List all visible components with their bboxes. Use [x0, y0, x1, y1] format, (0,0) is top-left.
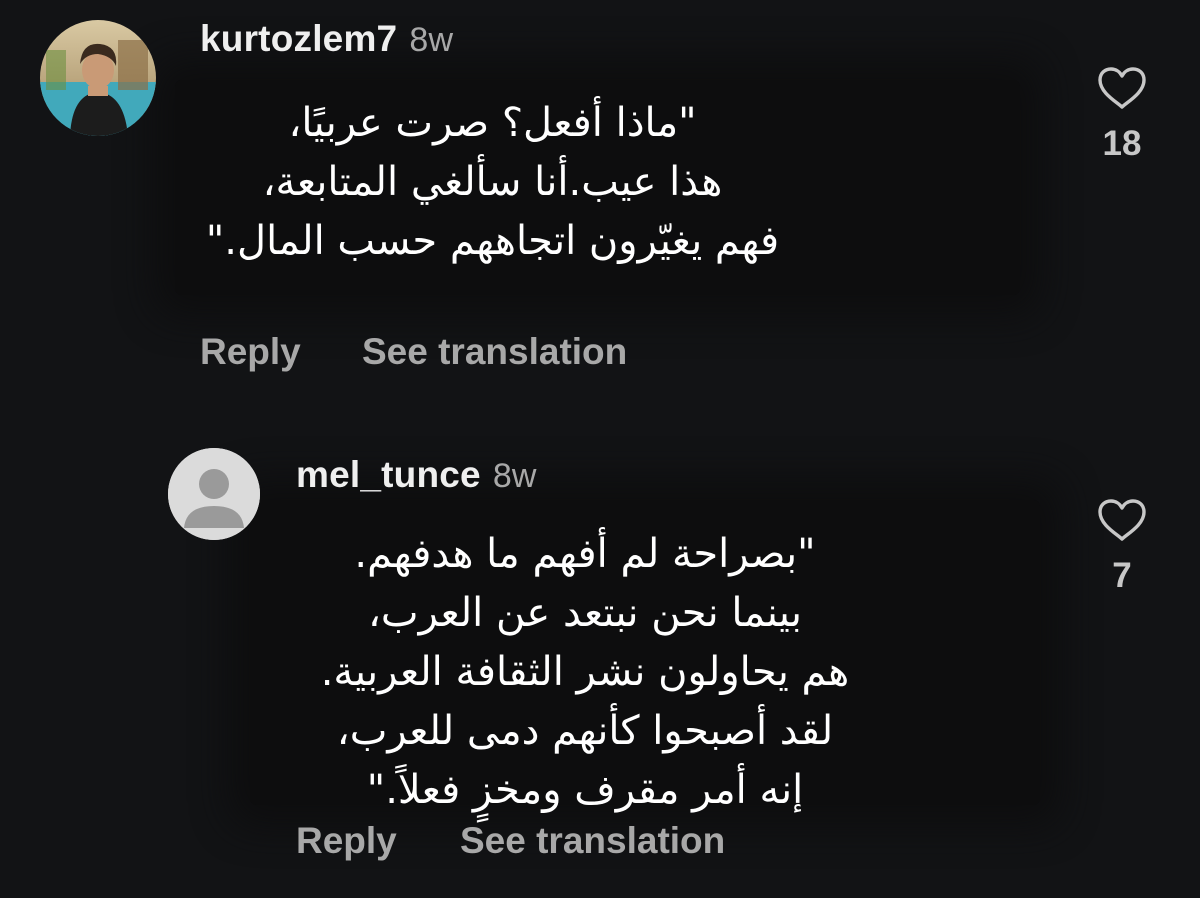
see-translation-button[interactable]: See translation	[460, 820, 725, 862]
profile-photo-icon	[40, 20, 156, 136]
comment-line: فهم يغيّرون اتجاههم حسب المال."	[205, 218, 780, 264]
avatar[interactable]	[40, 20, 156, 136]
timestamp: 8w	[492, 457, 537, 495]
reply-button[interactable]: Reply	[200, 331, 301, 373]
like-control: 7	[1090, 498, 1154, 596]
default-avatar-icon	[168, 448, 260, 540]
comment-line: "ماذا أفعل؟ صرت عربيًا،	[288, 100, 697, 146]
username[interactable]: kurtozlem7	[200, 18, 397, 59]
username[interactable]: mel_tunce	[296, 454, 481, 495]
timestamp: 8w	[409, 21, 454, 59]
comment-line: بينما نحن نبتعد عن العرب،	[368, 590, 802, 636]
like-control: 18	[1090, 66, 1154, 164]
comment-line: لقد أصبحوا كأنهم دمى للعرب،	[336, 708, 834, 754]
heart-icon[interactable]	[1097, 498, 1147, 542]
comment-body: "بصراحة لم أفهم ما هدفهم. بينما نحن نبتع…	[290, 525, 880, 820]
comment-header: mel_tunce 8w	[296, 454, 537, 496]
comment-line: هم يحاولون نشر الثقافة العربية.	[320, 649, 850, 695]
comment-header: kurtozlem7 8w	[200, 18, 453, 60]
heart-icon[interactable]	[1097, 66, 1147, 110]
comment-line: "بصراحة لم أفهم ما هدفهم.	[354, 531, 816, 577]
comment-line: هذا عيب.أنا سألغي المتابعة،	[262, 159, 723, 205]
reply-button[interactable]: Reply	[296, 820, 397, 862]
comment-body: "ماذا أفعل؟ صرت عربيًا، هذا عيب.أنا سألغ…	[170, 94, 815, 271]
comment-line: إنه أمر مقرف ومخزٍ فعلاً."	[366, 767, 804, 813]
like-count: 7	[1112, 556, 1132, 595]
see-translation-button[interactable]: See translation	[362, 331, 627, 373]
avatar[interactable]	[168, 448, 260, 540]
like-count: 18	[1102, 124, 1142, 163]
